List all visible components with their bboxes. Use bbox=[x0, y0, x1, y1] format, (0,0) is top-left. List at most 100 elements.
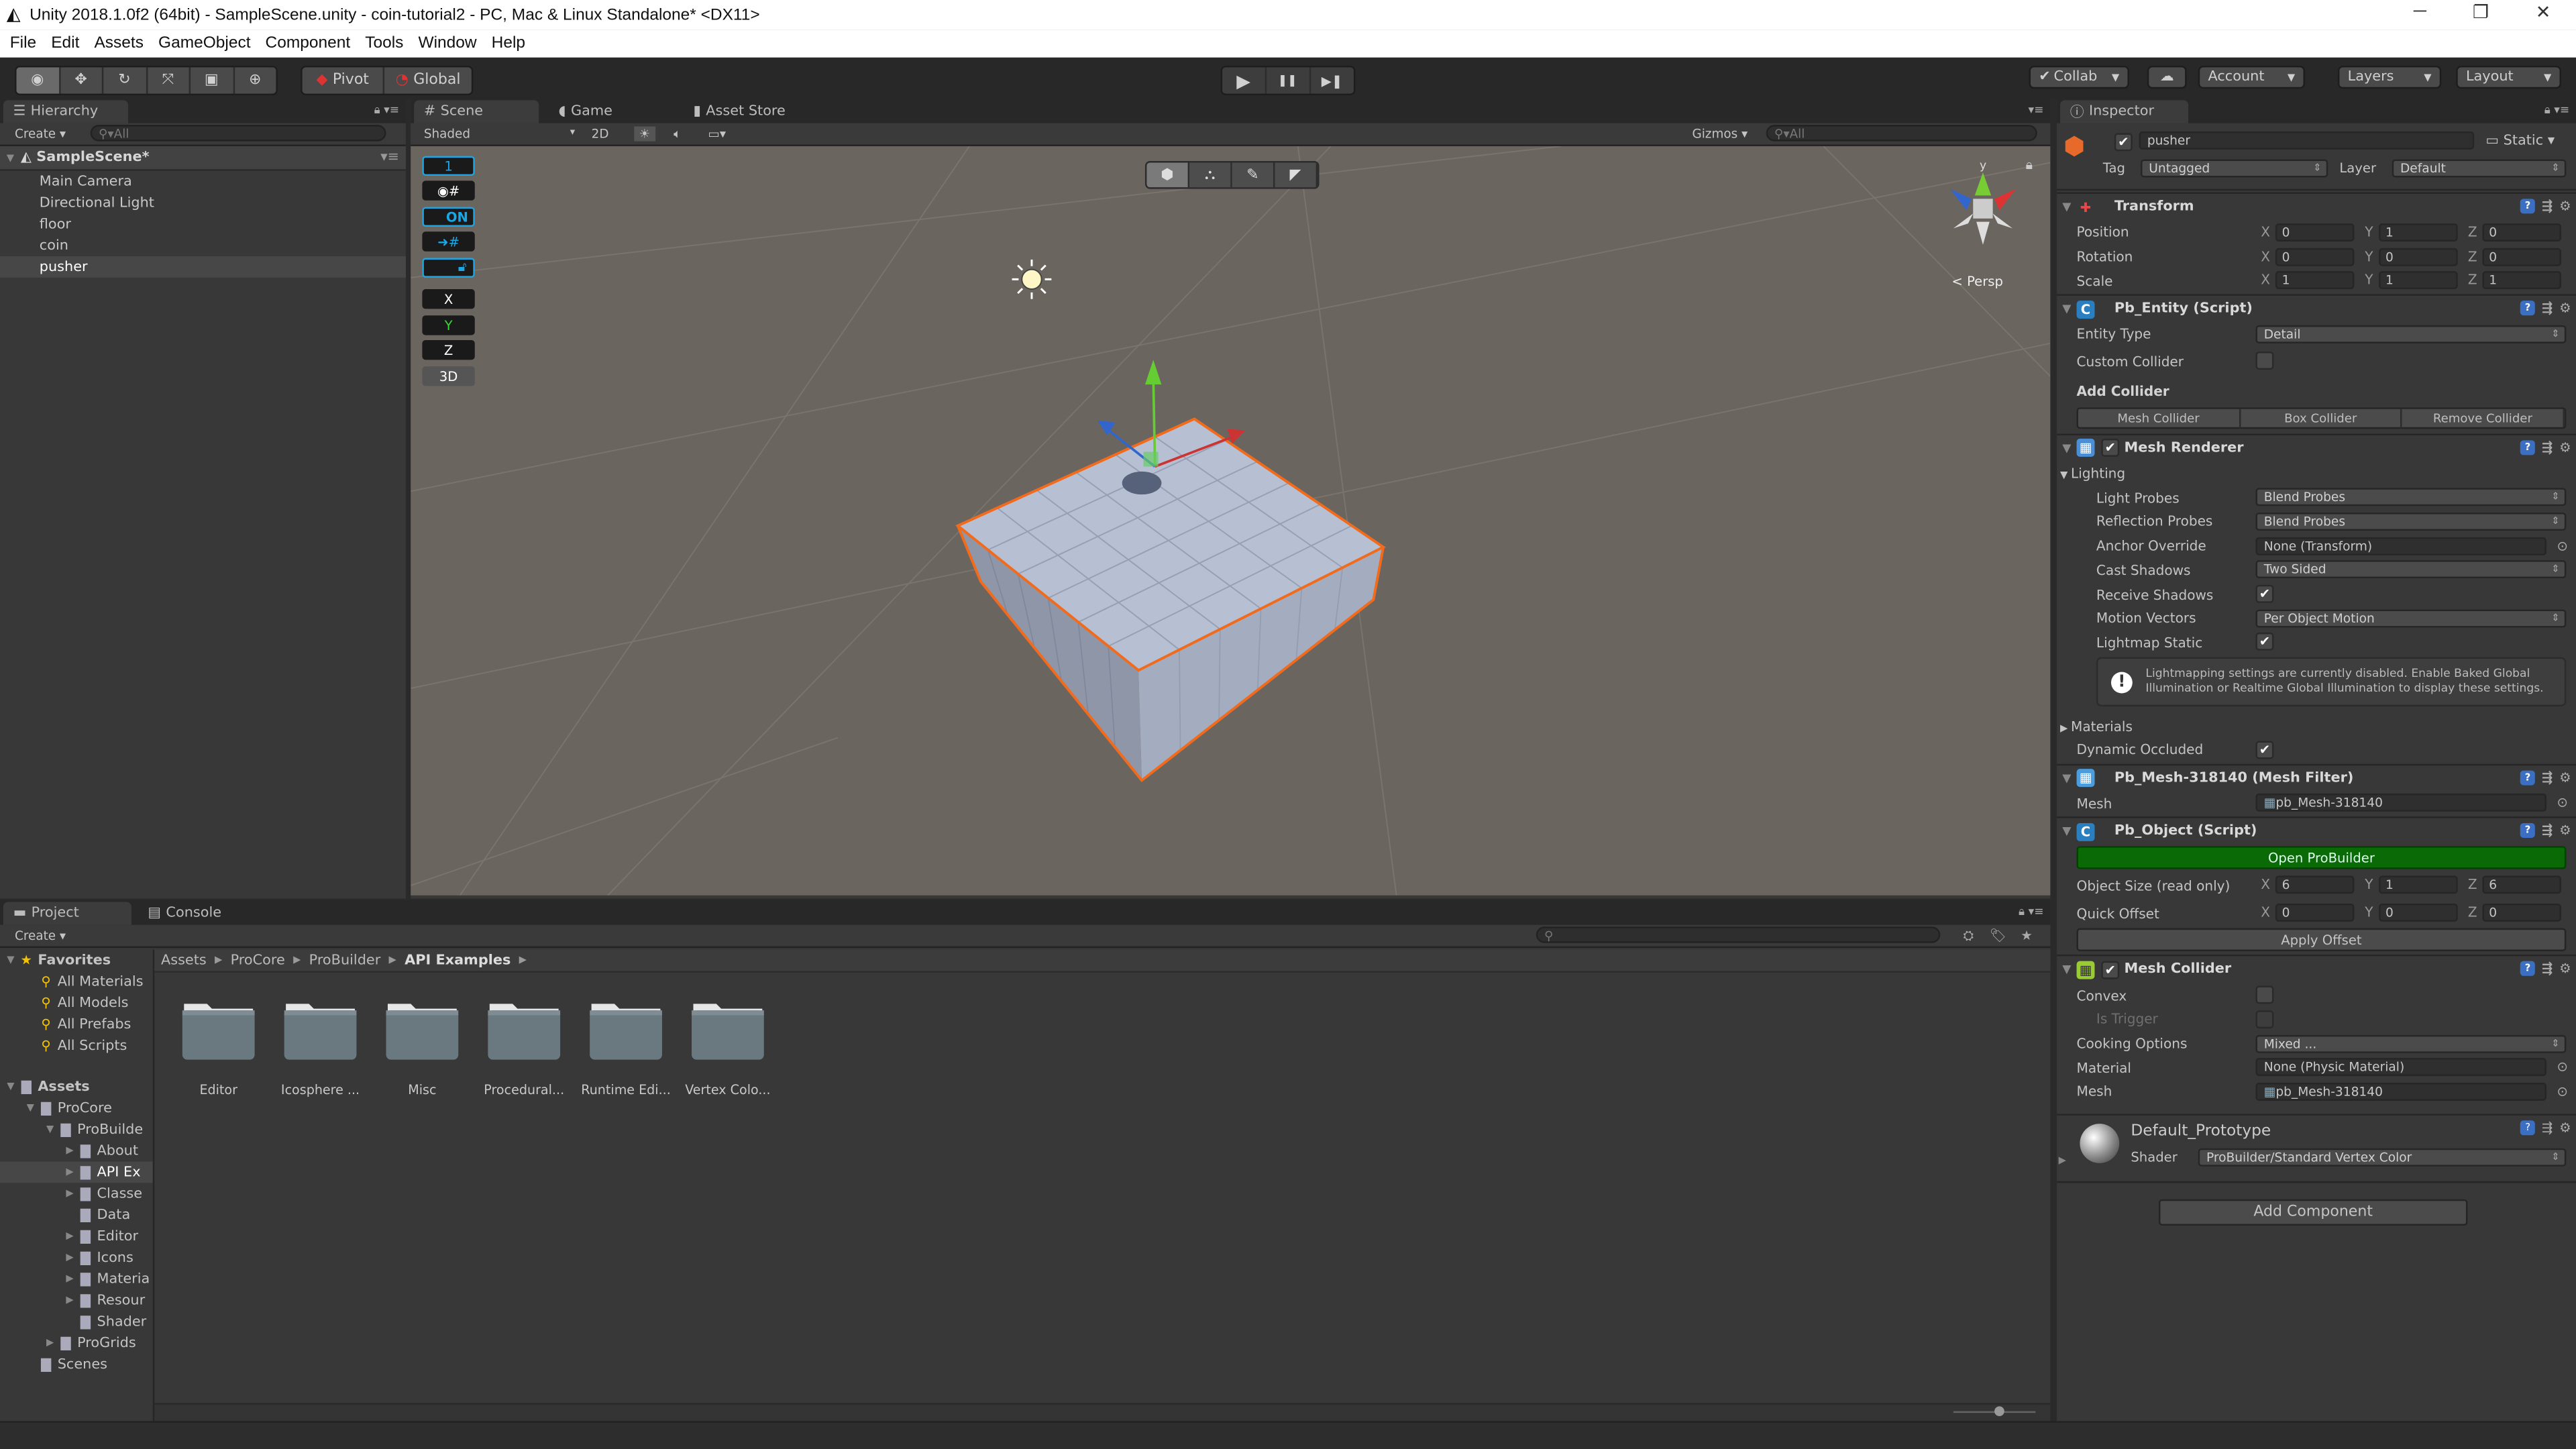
face-mode-button[interactable]: ◤ bbox=[1275, 162, 1318, 188]
tree-item-resour[interactable]: ▶ ▇ Resour bbox=[0, 1289, 153, 1311]
reflection-probes-dropdown[interactable]: Blend Probes bbox=[2255, 513, 2567, 531]
rotation-z-input[interactable]: 0 bbox=[2482, 247, 2561, 266]
anchor-override-object-field[interactable]: None (Transform) bbox=[2255, 536, 2546, 555]
component-header-pb-mesh-318140-mesh-filter[interactable]: ▼ ▦ Pb_Mesh-318140 (Mesh Filter)? ⇶ ⚙ bbox=[2057, 763, 2576, 792]
tree-item-all-scripts[interactable]: ⚲ All Scripts bbox=[0, 1035, 153, 1057]
preset-icon[interactable]: ⇶ bbox=[2542, 301, 2553, 315]
tab-console[interactable]: ▤ Console bbox=[138, 902, 231, 925]
hierarchy-search-input[interactable]: ⚲▾ All bbox=[90, 125, 386, 142]
restore-button[interactable]: ❐ bbox=[2456, 1, 2505, 23]
scale-y-input[interactable]: 1 bbox=[2379, 271, 2458, 290]
tree-item-assets[interactable]: ▼ ▇ Assets bbox=[0, 1076, 153, 1097]
gear-icon[interactable]: ⚙ bbox=[2559, 301, 2571, 315]
lock-icon[interactable]: 🔒︎ ▾≡ bbox=[2544, 103, 2570, 118]
scale-x-input[interactable]: 1 bbox=[2275, 271, 2355, 290]
object-picker-icon[interactable]: ⊙ bbox=[2557, 538, 2567, 553]
foldout-closed-icon[interactable]: ▶ bbox=[62, 1295, 77, 1306]
foldout-lighting[interactable]: ▼ Lighting bbox=[2060, 465, 2125, 481]
open-probuilder-button[interactable]: Open ProBuilder bbox=[2076, 847, 2567, 870]
progrids-push-button[interactable]: ➜# bbox=[422, 231, 475, 252]
custom-collider-checkbox[interactable] bbox=[2255, 352, 2274, 370]
tab-scene[interactable]: # Scene bbox=[414, 100, 539, 123]
foldout-closed-icon[interactable]: ▶ bbox=[43, 1337, 58, 1348]
menu-window[interactable]: Window bbox=[418, 34, 476, 52]
foldout-open-icon[interactable]: ▼ bbox=[2057, 825, 2076, 839]
entity-type-dropdown[interactable]: Detail bbox=[2255, 325, 2567, 343]
gear-icon[interactable]: ⚙ bbox=[2559, 770, 2571, 785]
progrids-3d-button[interactable]: 3D bbox=[422, 366, 475, 386]
lock-icon[interactable]: 🔒︎ ▾≡ bbox=[374, 103, 400, 118]
tree-item-icons[interactable]: ▶ ▇ Icons bbox=[0, 1247, 153, 1269]
progrids-visibility-button[interactable]: ◉# bbox=[422, 180, 475, 201]
foldout-closed-icon[interactable]: ▶ bbox=[62, 1167, 77, 1178]
foldout-closed-icon[interactable]: ▶ bbox=[62, 1230, 77, 1242]
foldout-open-icon[interactable]: ▼ bbox=[3, 955, 18, 966]
mesh-object-field[interactable]: ▦ pb_Mesh-318140 bbox=[2255, 794, 2546, 812]
icon-size-slider-thumb[interactable] bbox=[1994, 1406, 2004, 1417]
play-button[interactable]: ▶ bbox=[1222, 67, 1267, 94]
scene-menu-icon[interactable]: ▾≡ bbox=[380, 150, 399, 166]
tree-item-progrids[interactable]: ▶ ▇ ProGrids bbox=[0, 1332, 153, 1354]
foldout-materials[interactable]: ▶ Materials bbox=[2060, 717, 2133, 733]
component-header-mesh-renderer[interactable]: ▼ ▦ ✔ Mesh Renderer? ⇶ ⚙ bbox=[2057, 433, 2576, 462]
hierarchy-item[interactable]: Main Camera bbox=[0, 171, 406, 193]
help-icon[interactable]: ? bbox=[2520, 961, 2536, 977]
panel-menu-icon[interactable]: ▾≡ bbox=[2029, 103, 2044, 117]
folder-item[interactable]: Icosphere ... bbox=[274, 999, 366, 1097]
minimize-button[interactable]: ─ bbox=[2396, 1, 2445, 21]
folder-item[interactable]: Vertex Colo... bbox=[682, 999, 773, 1097]
lightmap-static-checkbox[interactable]: ✔ bbox=[2255, 633, 2274, 651]
hierarchy-item[interactable]: coin bbox=[0, 235, 406, 256]
tree-item-all-models[interactable]: ⚲ All Models bbox=[0, 992, 153, 1014]
transform-tool-button[interactable]: ⊕ bbox=[234, 67, 276, 93]
collab-button[interactable]: ✔ Collab ▼ bbox=[2029, 65, 2129, 89]
tree-item-all-materials[interactable]: ⚲ All Materials bbox=[0, 971, 153, 992]
hierarchy-item[interactable]: floor bbox=[0, 213, 406, 235]
lighting-toggle[interactable]: ☀ bbox=[634, 126, 655, 142]
label-icon[interactable]: 🏷︎ bbox=[1990, 928, 2006, 943]
rotation-x-input[interactable]: 0 bbox=[2275, 247, 2355, 266]
tree-item-about[interactable]: ▶ ▇ About bbox=[0, 1140, 153, 1162]
tree-item-api-ex[interactable]: ▶ ▇ API Ex bbox=[0, 1161, 153, 1183]
tab-game[interactable]: ◖ Game bbox=[549, 100, 623, 123]
lock-icon[interactable]: 🔒︎ ▾≡ bbox=[2019, 905, 2044, 920]
foldout-closed-icon[interactable]: ▶ bbox=[62, 1145, 77, 1157]
layer-dropdown[interactable]: Default bbox=[2392, 159, 2567, 178]
tab-asset-store[interactable]: ▮ Asset Store bbox=[684, 100, 796, 123]
breadcrumb-item[interactable]: Assets bbox=[161, 952, 207, 968]
add-component-button[interactable]: Add Component bbox=[2158, 1199, 2468, 1226]
rotate-tool-button[interactable]: ↻ bbox=[103, 67, 148, 94]
pivot-button[interactable]: ◆ Pivot bbox=[303, 67, 385, 94]
preset-icon[interactable]: ⇶ bbox=[2542, 1120, 2553, 1135]
object-size-read-only-x-input[interactable]: 6 bbox=[2275, 876, 2355, 895]
motion-vectors-dropdown[interactable]: Per Object Motion bbox=[2255, 608, 2567, 627]
layers-button[interactable]: Layers ▼ bbox=[2337, 65, 2442, 89]
object-mode-button[interactable]: ⬢ bbox=[1146, 162, 1190, 188]
help-icon[interactable]: ? bbox=[2520, 439, 2536, 455]
scene-viewport[interactable]: y 🔒︎ 1 ◉# ON ➜# 🔓︎ X Y Z 3D ⬢ ⛬ ✎ ◤ < Per… bbox=[411, 146, 2051, 896]
scene-canvas[interactable]: y 🔒︎ bbox=[411, 146, 2051, 896]
component-enabled-checkbox[interactable]: ✔ bbox=[2101, 961, 2120, 979]
scale-tool-button[interactable]: ⤧ bbox=[147, 67, 191, 94]
light-probes-dropdown[interactable]: Blend Probes bbox=[2255, 488, 2567, 506]
static-toggle[interactable]: ▭ Static ▾ bbox=[2485, 133, 2555, 149]
folder-item[interactable]: Misc bbox=[376, 999, 468, 1097]
tree-item-materia[interactable]: ▶ ▇ Materia bbox=[0, 1269, 153, 1290]
object-picker-icon[interactable]: ⊙ bbox=[2557, 796, 2567, 810]
close-button[interactable]: ✕ bbox=[2518, 1, 2567, 23]
tree-item-shader[interactable]: ▇ Shader bbox=[0, 1311, 153, 1332]
gear-icon[interactable]: ⚙ bbox=[2559, 199, 2571, 213]
foldout-open-icon[interactable]: ▼ bbox=[3, 1081, 18, 1092]
pause-button[interactable]: ❚❚ bbox=[1267, 67, 1311, 94]
receive-shadows-checkbox[interactable]: ✔ bbox=[2255, 584, 2274, 603]
foldout-open-icon[interactable]: ▼ bbox=[23, 1102, 38, 1114]
effects-dropdown[interactable]: ▭▾ bbox=[708, 127, 727, 142]
global-button[interactable]: ◔ Global bbox=[384, 67, 471, 93]
tree-item-classe[interactable]: ▶ ▇ Classe bbox=[0, 1183, 153, 1204]
object-picker-icon[interactable]: ⊙ bbox=[2557, 1084, 2567, 1099]
menu-assets[interactable]: Assets bbox=[94, 34, 144, 52]
move-tool-button[interactable]: ✥ bbox=[60, 67, 104, 94]
foldout-closed-icon[interactable]: ▶ bbox=[2059, 1155, 2066, 1166]
foldout-closed-icon[interactable]: ▶ bbox=[62, 1188, 77, 1199]
rotation-y-input[interactable]: 0 bbox=[2379, 247, 2458, 266]
